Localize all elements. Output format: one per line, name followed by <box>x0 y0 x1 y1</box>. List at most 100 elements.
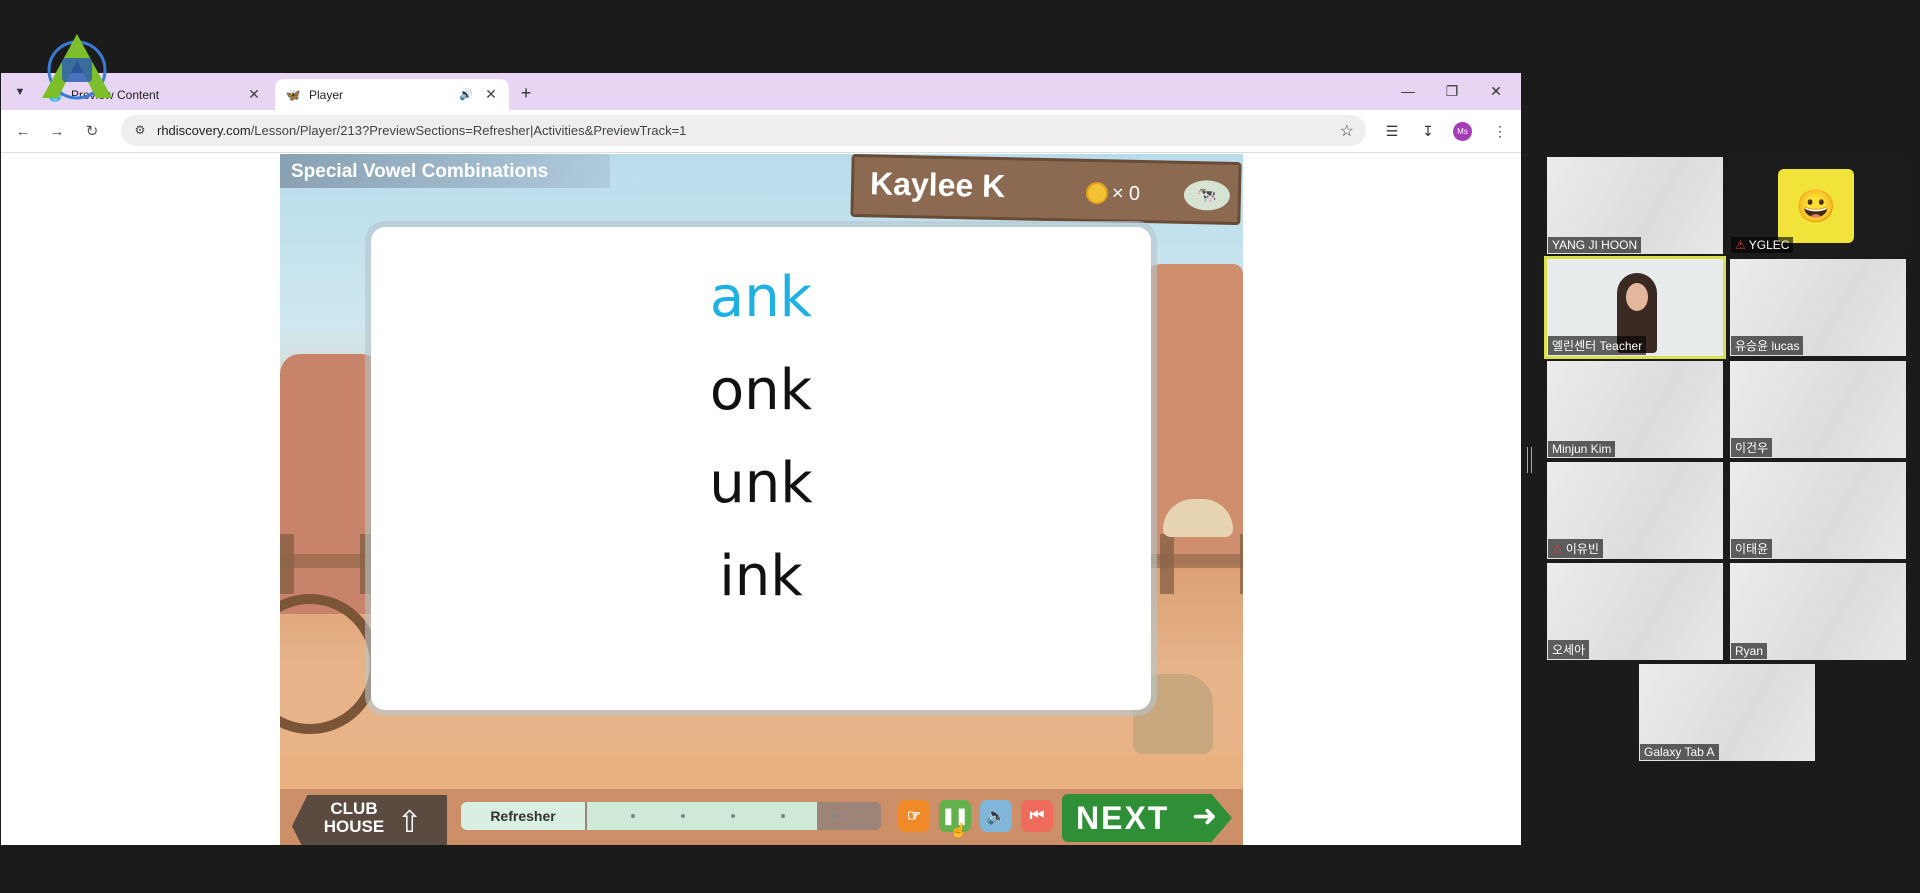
address-bar[interactable]: ⚙ rhdiscovery.com/Lesson/Player/213?Prev… <box>121 115 1366 146</box>
participant-name-text: 엘린센터 Teacher <box>1552 339 1643 353</box>
progress-dot <box>831 814 835 818</box>
participant-name: YANG JI HOON <box>1548 237 1642 253</box>
close-icon[interactable]: ✕ <box>483 86 499 103</box>
student-name-sign: Kaylee K × 0 🐄 <box>850 154 1242 226</box>
audio-button[interactable]: 🔈 <box>980 800 1012 832</box>
scenery-ground <box>280 754 1243 794</box>
participant-name-text: 이태윤 <box>1735 542 1769 556</box>
hand-pointer-button[interactable]: ☞ <box>898 800 930 832</box>
clubhouse-label: CLUB HOUSE <box>323 799 385 836</box>
participant-name-text: Ryan <box>1735 644 1764 658</box>
participant-tile[interactable]: 이태윤 <box>1730 462 1906 559</box>
progress-dot <box>681 814 685 818</box>
mic-off-icon: ⚠ <box>1552 542 1563 556</box>
participant-name: 이건우 <box>1731 438 1773 457</box>
url-text[interactable]: rhdiscovery.com/Lesson/Player/213?Previe… <box>157 123 686 138</box>
participant-name-text: YANG JI HOON <box>1552 238 1638 252</box>
restore-icon: ❐ <box>1445 82 1459 99</box>
page-viewport: Special Vowel Combinations Kaylee K × 0 … <box>1 153 1521 845</box>
next-label: NEXT <box>1076 800 1170 836</box>
lesson-title-bar: Special Vowel Combinations <box>280 154 610 188</box>
tab-player[interactable]: 🦋 Player 🔊 ✕ <box>275 79 509 110</box>
progress-dot <box>781 814 785 818</box>
participant-tile-active-speaker[interactable]: 엘린센터 Teacher <box>1544 256 1726 359</box>
skip-back-icon: ⏮ <box>1029 807 1045 824</box>
participant-tile[interactable]: Ryan <box>1730 563 1906 660</box>
school-logo <box>42 34 112 100</box>
minimize-button[interactable]: — <box>1391 81 1425 101</box>
plus-icon: + <box>520 82 532 103</box>
profile-avatar[interactable]: Ms <box>1453 122 1472 141</box>
close-icon: ✕ <box>1490 82 1502 99</box>
close-window-button[interactable]: ✕ <box>1479 81 1513 101</box>
tab-search-button[interactable]: ▼ <box>9 82 31 102</box>
participant-tile[interactable]: Galaxy Tab A <box>1639 664 1815 761</box>
participant-name: ⚠ YGLEC <box>1731 237 1794 253</box>
participant-tile[interactable]: Minjun Kim <box>1547 361 1723 458</box>
participant-name: Ryan <box>1731 643 1768 659</box>
participant-name: 오세아 <box>1548 640 1590 659</box>
hand-cursor-icon: ☝ <box>950 822 968 838</box>
coin-count: 0 <box>1128 182 1141 205</box>
participant-tile[interactable]: 😀 ⚠ YGLEC <box>1730 157 1906 254</box>
speaker-icon[interactable]: 🔊 <box>459 88 477 101</box>
hand-icon: ☞ <box>906 808 922 825</box>
arrow-right-icon: → <box>49 122 65 140</box>
browser-window: ▼ 🌐 Preview Content ✕ 🦋 Player 🔊 ✕ + — ❐… <box>1 73 1521 845</box>
participant-name: 이태윤 <box>1731 539 1773 558</box>
word-card: ank onk unk ink <box>371 227 1151 710</box>
speaker-icon: 🔈 <box>986 808 1006 825</box>
restore-button[interactable]: ❐ <box>1435 81 1469 101</box>
progress-label: Refresher <box>490 808 556 824</box>
video-feed-face <box>1626 283 1648 311</box>
word-item[interactable]: unk <box>371 451 1151 516</box>
star-icon[interactable]: ☆ <box>1340 121 1354 141</box>
lesson-player: Special Vowel Combinations Kaylee K × 0 … <box>280 154 1243 845</box>
forward-button[interactable]: → <box>46 121 68 141</box>
url-path: /Lesson/Player/213?PreviewSections=Refre… <box>250 123 687 138</box>
student-name: Kaylee K <box>869 165 1006 205</box>
new-tab-button[interactable]: + <box>515 82 537 104</box>
media-control-icon[interactable]: ☰ <box>1381 121 1403 141</box>
close-icon[interactable]: ✕ <box>246 86 262 103</box>
tune-icon[interactable]: ⚙ <box>131 122 149 138</box>
participant-name-text: Galaxy Tab A <box>1644 745 1715 759</box>
progress-dot <box>731 814 735 818</box>
word-item[interactable]: onk <box>371 358 1151 423</box>
lesson-title: Special Vowel Combinations <box>291 161 549 182</box>
tab-title: Player <box>309 87 344 102</box>
rewind-button[interactable]: ⏮ <box>1021 800 1053 832</box>
participant-tile[interactable]: 오세아 <box>1547 563 1723 660</box>
download-icon[interactable]: ↧ <box>1417 121 1439 141</box>
kebab-menu-icon[interactable]: ⋮ <box>1489 121 1511 141</box>
participant-tile[interactable]: YANG JI HOON <box>1547 157 1723 254</box>
reload-button[interactable]: ↻ <box>81 121 103 141</box>
wagon-wheel-image <box>280 594 380 734</box>
minimize-icon: — <box>1401 83 1415 99</box>
progress-dot <box>631 814 635 818</box>
arrow-right-icon: ➜ <box>1192 800 1218 833</box>
participant-tile[interactable]: 이건우 <box>1730 361 1906 458</box>
mascot-icon[interactable]: 🐄 <box>1183 179 1231 211</box>
back-button[interactable]: ← <box>12 121 34 141</box>
word-item[interactable]: ank <box>371 265 1151 330</box>
participant-name: ⚠ 이유빈 <box>1548 539 1603 558</box>
panel-resize-handle[interactable] <box>1527 447 1532 473</box>
url-host: rhdiscovery.com <box>157 123 251 138</box>
participant-name-text: 이건우 <box>1735 441 1769 455</box>
participant-name: 유승윤 lucas <box>1731 336 1804 355</box>
word-item[interactable]: ink <box>371 544 1151 609</box>
mic-off-icon: ⚠ <box>1735 238 1746 252</box>
browser-toolbar: ← → ↻ ⚙ rhdiscovery.com/Lesson/Player/21… <box>1 110 1521 153</box>
participant-name-text: Minjun Kim <box>1552 442 1612 456</box>
participant-name: 엘린센터 Teacher <box>1548 336 1647 355</box>
chevron-down-icon: ▼ <box>14 86 26 98</box>
participant-name: Minjun Kim <box>1548 441 1616 457</box>
participant-name-text: 이유빈 <box>1565 542 1599 556</box>
avatar: 😀 <box>1778 169 1854 243</box>
participant-tile[interactable]: ⚠ 이유빈 <box>1547 462 1723 559</box>
participant-name-text: YGLEC <box>1748 238 1790 252</box>
coin-icon <box>1085 181 1109 205</box>
participant-tile[interactable]: 유승윤 lucas <box>1730 259 1906 356</box>
participant-name: Galaxy Tab A <box>1640 744 1719 760</box>
